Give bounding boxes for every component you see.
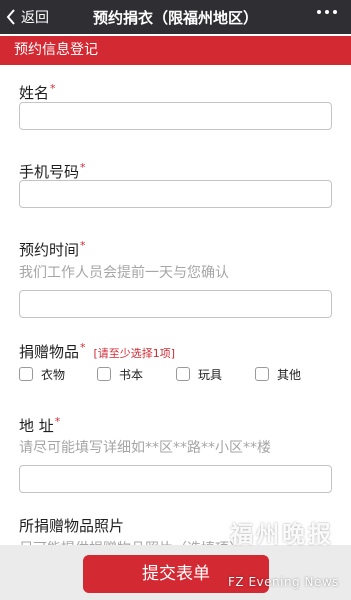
required-mark: * [54,415,61,428]
selection-warning: [请至少选择1项] [93,347,176,360]
checkbox[interactable] [19,367,33,381]
option-clothes[interactable]: 衣物 [19,365,65,383]
checkbox[interactable] [255,367,269,381]
section-header: 预约信息登记 [0,36,351,65]
appointment-time-input[interactable] [19,290,332,318]
required-mark: * [80,341,86,354]
top-nav-bar: 返回 预约捐衣（限福州地区） [0,0,351,34]
option-toys[interactable]: 玩具 [176,365,222,383]
name-label: 姓名* [19,82,56,102]
checkbox[interactable] [97,367,111,381]
appointment-time-hint: 我们工作人员会提前一天与您确认 [19,265,229,281]
watermark-english: FZ Evening News [228,575,339,589]
address-input[interactable] [19,465,332,493]
newspaper-watermark: 福州晚报 FZ Evening News [226,515,341,595]
required-mark: * [80,239,86,252]
page-title: 预约捐衣（限福州地区） [92,9,258,27]
address-label: 地 址* [19,415,61,435]
phone-label: 手机号码* [19,161,86,181]
photos-label: 所捐赠物品照片 [19,517,125,535]
name-input[interactable] [19,102,332,130]
required-mark: * [50,82,56,95]
back-button[interactable]: 返回 [6,6,49,28]
address-hint: 请尽可能填写详细如**区**路**小区**楼 [19,440,271,456]
more-menu-icon[interactable] [317,10,337,14]
phone-input[interactable] [19,180,332,208]
appointment-time-label: 预约时间* [19,239,86,259]
checkbox[interactable] [176,367,190,381]
option-other[interactable]: 其他 [255,365,301,383]
donation-items-label: 捐赠物品* [请至少选择1项] [19,341,176,361]
back-label: 返回 [21,10,49,26]
chevron-left-icon [6,9,15,25]
donation-items-options: 衣物 书本 玩具 其他 [19,365,339,383]
option-books[interactable]: 书本 [97,365,143,383]
watermark-logo: 福州晚报 [230,521,334,548]
required-mark: * [80,161,86,174]
